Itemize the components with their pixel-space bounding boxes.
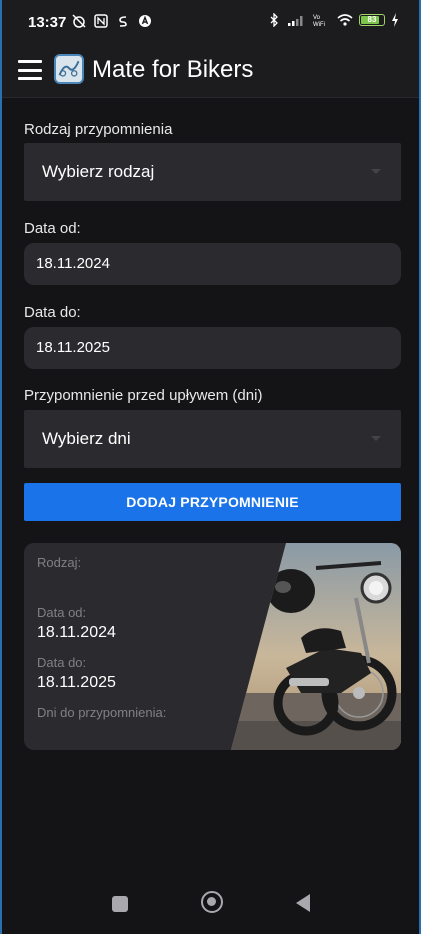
volte-wifi-icon: Vo WiFi <box>313 15 325 27</box>
card-date-to-label: Data do: <box>37 655 87 670</box>
reminder-type-label: Rodzaj przypomnienia <box>24 121 173 138</box>
status-time: 13:37 <box>28 14 67 31</box>
menu-icon[interactable] <box>18 60 42 80</box>
wifi-icon <box>337 14 353 26</box>
card-date-from-label: Data od: <box>37 605 87 620</box>
dropdown-caret-icon <box>371 436 381 441</box>
date-from-input[interactable]: 18.11.2024 <box>24 243 401 285</box>
svg-text:WiFi: WiFi <box>313 22 325 27</box>
card-date-from-value: 18.11.2024 <box>37 624 116 641</box>
status-bar: 13:37 Vo WiFi 83 <box>2 0 419 46</box>
date-to-input[interactable]: 18.11.2025 <box>24 327 401 369</box>
app-logo-icon <box>54 54 84 84</box>
card-days-label: Dni do przypomnienia: <box>37 705 167 720</box>
system-nav-bar <box>2 880 419 934</box>
dropdown-caret-icon <box>371 169 381 174</box>
alarm-off-icon <box>72 14 86 28</box>
reminder-card[interactable]: Rodzaj: Data od: 18.11.2024 Data do: 18.… <box>24 543 401 750</box>
battery-icon: 83 <box>359 14 385 26</box>
signal-icon <box>288 16 303 26</box>
sync-icon <box>119 16 127 27</box>
date-to-value: 18.11.2025 <box>36 339 110 356</box>
app-logo-graphic <box>56 56 82 82</box>
battery-level: 83 <box>367 15 377 24</box>
recents-square-icon[interactable] <box>112 896 128 912</box>
date-to-label: Data do: <box>24 304 81 321</box>
date-from-label: Data od: <box>24 220 81 237</box>
home-circle-icon[interactable] <box>201 891 223 913</box>
days-before-select[interactable]: Wybierz dni <box>24 410 401 468</box>
days-before-label: Przypomnienie przed upływem (dni) <box>24 387 263 404</box>
app-bar: Mate for Bikers <box>2 46 419 98</box>
bluetooth-icon <box>270 13 278 27</box>
card-date-to-value: 18.11.2025 <box>37 674 116 691</box>
back-triangle-icon[interactable] <box>296 894 310 912</box>
reminder-type-select[interactable]: Wybierz rodzaj <box>24 143 401 201</box>
status-icons-right: Vo WiFi 83 <box>267 13 399 27</box>
app-title: Mate for Bikers <box>92 56 254 83</box>
phone-screen: 13:37 Vo WiFi 83 Mate for Bikers Rodzaj … <box>0 0 421 934</box>
date-from-value: 18.11.2024 <box>36 255 110 272</box>
app-notification-icon <box>139 15 151 27</box>
nfc-icon <box>94 14 108 28</box>
days-before-value: Wybierz dni <box>42 429 131 448</box>
card-type-label: Rodzaj: <box>37 555 82 570</box>
status-icons-left <box>72 14 152 28</box>
svg-text:Vo: Vo <box>313 15 321 21</box>
charging-icon <box>392 13 398 27</box>
reminder-type-value: Wybierz rodzaj <box>42 162 155 181</box>
add-reminder-button[interactable]: DODAJ PRZYPOMNIENIE <box>24 483 401 521</box>
motorcycle-image <box>231 543 401 750</box>
